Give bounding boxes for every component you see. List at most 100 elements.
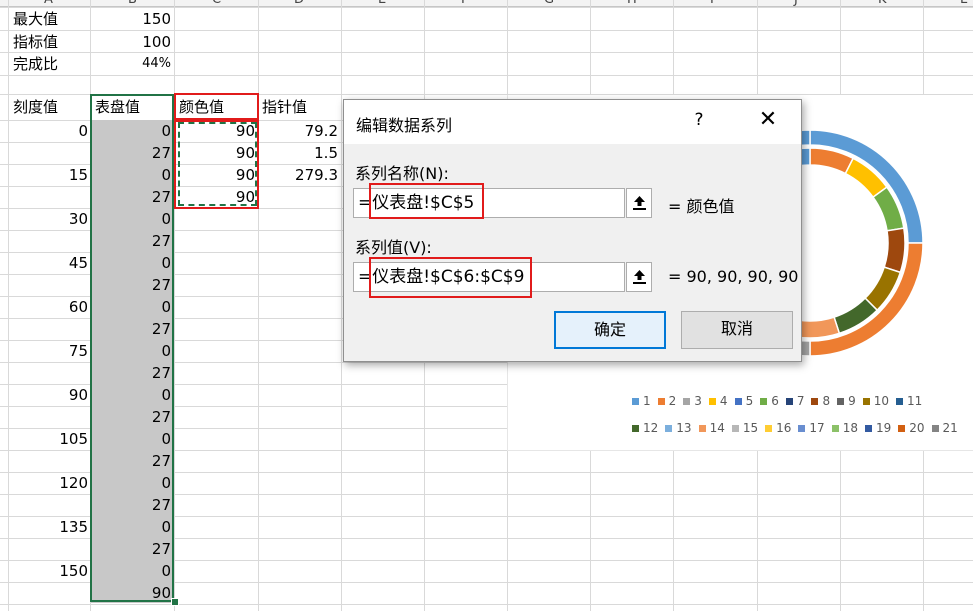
legend-swatch	[931, 425, 939, 432]
cell-scale-value[interactable]	[9, 142, 88, 164]
legend-item[interactable]: 10	[862, 394, 889, 408]
cell-scale-value[interactable]	[9, 362, 88, 384]
highlight-series-values	[369, 257, 532, 298]
cancel-button[interactable]: 取消	[681, 311, 793, 349]
cell-scale-value[interactable]: 45	[9, 252, 88, 274]
legend-item[interactable]: 1	[632, 394, 651, 408]
legend-item[interactable]: 13	[665, 421, 692, 435]
legend-item[interactable]: 5	[734, 394, 753, 408]
cell-scale-value[interactable]: 120	[9, 472, 88, 494]
cell-scale-value[interactable]: 75	[9, 340, 88, 362]
legend-item[interactable]: 20	[898, 421, 925, 435]
fill-handle[interactable]	[171, 598, 179, 606]
legend-item[interactable]: 9	[837, 394, 856, 408]
summary-label-target[interactable]: 指标值	[13, 31, 58, 53]
summary-value-ratio[interactable]: 44%	[92, 53, 171, 75]
cell-scale-value[interactable]: 135	[9, 516, 88, 538]
summary-label-ratio[interactable]: 完成比	[13, 53, 58, 75]
doughnut-segment[interactable]	[883, 227, 906, 274]
cell-scale-value[interactable]	[9, 274, 88, 296]
highlight-series-name	[369, 183, 484, 219]
legend-label: 18	[842, 421, 858, 435]
cell-scale-value[interactable]	[9, 450, 88, 472]
legend-label: 11	[907, 394, 923, 408]
dialog-titlebar[interactable]: 编辑数据系列 ? ✕	[344, 100, 801, 144]
edit-series-dialog: 编辑数据系列 ? ✕ 系列名称(N): =仪表盘!$C$5 = 颜色值 系列值(…	[343, 99, 802, 362]
help-icon[interactable]: ?	[689, 110, 709, 130]
cell-scale-value[interactable]	[9, 538, 88, 560]
cell-scale-value[interactable]: 30	[9, 208, 88, 230]
column-header-j[interactable]: J	[794, 0, 798, 6]
summary-value-max[interactable]: 150	[92, 8, 171, 30]
cell-scale-value[interactable]: 60	[9, 296, 88, 318]
legend-label: 6	[771, 394, 779, 408]
column-header-a[interactable]: A	[44, 0, 53, 6]
legend-item[interactable]: 19	[864, 421, 891, 435]
legend-swatch	[734, 398, 742, 405]
legend-label: 15	[742, 421, 759, 435]
legend-item[interactable]: 17	[798, 421, 825, 435]
highlight-header-c5	[174, 93, 259, 120]
legend-item[interactable]: 12	[632, 421, 658, 435]
column-header-i[interactable]: I	[710, 0, 714, 6]
column-header-h[interactable]: H	[627, 0, 637, 6]
legend-item[interactable]: 16	[765, 421, 791, 435]
cell-scale-value[interactable]: 0	[9, 120, 88, 142]
column-header-d[interactable]: D	[294, 0, 304, 6]
legend-item[interactable]: 15	[731, 421, 759, 435]
legend-item[interactable]: 6	[760, 394, 779, 408]
ok-button[interactable]: 确定	[554, 311, 666, 349]
cell-scale-value[interactable]	[9, 186, 88, 208]
dialog-title: 编辑数据系列	[356, 116, 453, 135]
cell-scale-value[interactable]: 105	[9, 428, 88, 450]
legend-swatch	[731, 425, 739, 432]
legend-label: 1	[643, 394, 651, 408]
cell-pointer-value[interactable]: 1.5	[259, 142, 338, 164]
series-values-collapse-button[interactable]	[626, 262, 652, 292]
legend-item[interactable]: 18	[831, 421, 858, 435]
column-header-k[interactable]: K	[878, 0, 887, 6]
cell-scale-value[interactable]	[9, 494, 88, 516]
legend-item[interactable]: 21	[931, 421, 958, 435]
marching-ants-c6-c9	[178, 122, 257, 206]
legend-item[interactable]: 11	[896, 394, 922, 408]
summary-label-max[interactable]: 最大值	[13, 8, 58, 30]
column-header-l[interactable]: L	[960, 0, 967, 6]
column-header-b[interactable]: B	[128, 0, 137, 6]
series-name-label: 系列名称(N):	[355, 164, 449, 183]
legend-swatch	[785, 398, 793, 405]
column-header-f[interactable]: F	[461, 0, 468, 6]
series-name-collapse-button[interactable]	[626, 188, 652, 218]
collapse-arrow-icon	[633, 270, 646, 284]
close-icon[interactable]: ✕	[754, 108, 782, 132]
legend-label: 16	[776, 421, 792, 435]
legend-item[interactable]: 14	[698, 421, 725, 435]
cell-scale-value[interactable]: 150	[9, 560, 88, 582]
column-header-e[interactable]: E	[378, 0, 386, 6]
gridline-vertical	[174, 0, 175, 611]
header-scale-value[interactable]: 刻度值	[13, 96, 58, 118]
selected-range-b	[90, 94, 174, 602]
legend-item[interactable]: 8	[811, 394, 830, 408]
cell-scale-value[interactable]	[9, 406, 88, 428]
legend-item[interactable]: 4	[708, 394, 728, 408]
cell-scale-value[interactable]	[9, 230, 88, 252]
cell-pointer-value[interactable]: 279.3	[259, 164, 338, 186]
column-header-c[interactable]: C	[212, 0, 221, 6]
cell-pointer-value[interactable]: 79.2	[259, 120, 338, 142]
legend-item[interactable]: 7	[785, 394, 804, 408]
summary-value-target[interactable]: 100	[92, 31, 171, 53]
cell-scale-value[interactable]: 90	[9, 384, 88, 406]
column-header-g[interactable]: G	[544, 0, 554, 6]
legend-swatch	[760, 398, 768, 405]
legend-label: 17	[809, 421, 825, 435]
cell-scale-value[interactable]	[9, 318, 88, 340]
gridline-vertical	[258, 0, 259, 611]
legend-label: 3	[694, 394, 702, 408]
legend-item[interactable]: 3	[683, 394, 702, 408]
cell-scale-value[interactable]: 15	[9, 164, 88, 186]
header-pointer-value[interactable]: 指针值	[262, 96, 307, 118]
gridline-horizontal	[0, 75, 973, 76]
cell-scale-value[interactable]	[9, 582, 88, 604]
legend-item[interactable]: 2	[657, 394, 676, 408]
